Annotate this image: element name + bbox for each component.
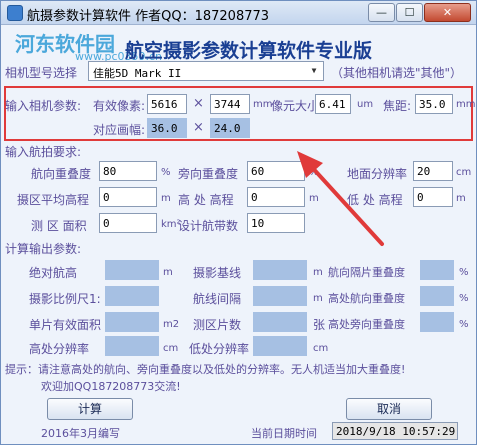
annotation-arrow-icon (297, 151, 384, 246)
app-window: 航摄参数计算软件 作者QQ：187208773 — ☐ ✕ 河东软件园 www.… (0, 0, 477, 445)
